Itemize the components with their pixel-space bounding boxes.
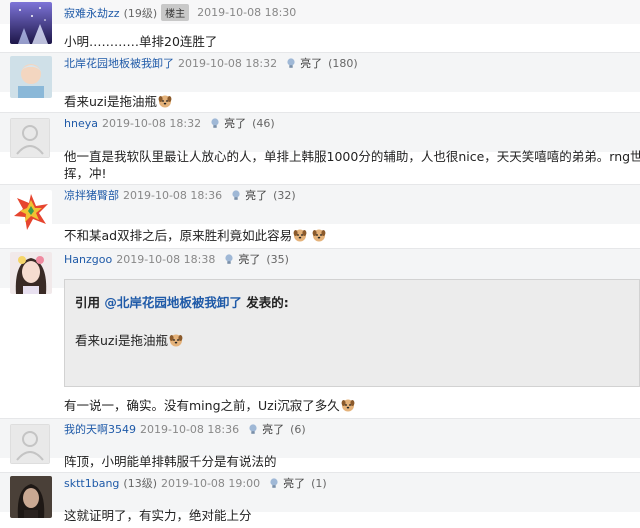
post-content: 有一说一，确实。没有ming之前，Uzi沉寂了多久	[64, 394, 634, 418]
username[interactable]: 我的天啊3549	[64, 421, 136, 437]
username[interactable]: 凉拌猪臀部	[64, 187, 119, 203]
post-text: 看来uzi是拖油瓶	[64, 94, 157, 109]
avatar[interactable]	[10, 2, 52, 44]
post-time: 2019-10-08 18:36	[123, 188, 223, 202]
post-content: 小明…………单排20连胜了	[64, 34, 218, 49]
username[interactable]: Hanzgoo	[64, 253, 112, 266]
post-time: 2019-10-08 18:32	[178, 56, 278, 70]
avatar[interactable]	[10, 190, 52, 232]
quote-prefix: 引用	[75, 295, 105, 310]
dog-emoji-icon	[169, 334, 183, 347]
avatar[interactable]	[10, 118, 50, 158]
light-button[interactable]: 亮了 (46)	[209, 115, 275, 131]
post-time: 2019-10-08 18:30	[197, 6, 297, 19]
light-label: 亮了	[224, 117, 247, 130]
light-label: 亮了	[262, 423, 285, 436]
user-level: (19级)	[123, 6, 158, 20]
dog-emoji-icon	[158, 95, 172, 108]
dog-emoji-icon	[312, 229, 326, 242]
username[interactable]: hneya	[64, 117, 98, 130]
dog-emoji-icon	[293, 229, 307, 242]
avatar[interactable]	[10, 56, 52, 98]
lightbulb-icon	[287, 58, 295, 68]
post-meta: hneya 2019-10-08 18:32 亮了 (46)	[64, 115, 275, 131]
light-button[interactable]: 亮了 (180)	[285, 55, 358, 71]
post-text: 有一说一，确实。没有ming之前，Uzi沉寂了多久	[64, 398, 340, 413]
user-level: (13级)	[123, 477, 157, 490]
light-count: (46)	[252, 116, 275, 130]
post-time: 2019-10-08 18:38	[116, 252, 216, 266]
post-content: 阵顶，小明能单排韩服千分是有说法的	[64, 454, 277, 469]
post-time: 2019-10-08 19:00	[161, 476, 261, 490]
username[interactable]: 北岸花园地板被我卸了	[64, 55, 174, 71]
light-count: (1)	[311, 476, 327, 490]
light-label: 亮了	[238, 253, 261, 266]
post-time: 2019-10-08 18:32	[101, 116, 202, 130]
post-meta: sktt1bang (13级) 2019-10-08 19:00 亮了 (1)	[64, 475, 327, 491]
lightbulb-icon	[232, 190, 240, 200]
post-content: 看来uzi是拖油瓶	[64, 90, 634, 114]
quote-ref-link[interactable]: @北岸花园地板被我卸了	[104, 295, 242, 310]
quote-suffix: 发表的:	[241, 295, 289, 310]
light-count: (6)	[290, 422, 306, 436]
lightbulb-icon	[249, 424, 257, 434]
light-count: (35)	[266, 252, 289, 266]
post-meta: 凉拌猪臀部 2019-10-08 18:36 亮了 (32)	[64, 187, 296, 203]
avatar[interactable]	[10, 476, 52, 518]
post-content: 不和某ad双排之后，原来胜利竟如此容易	[64, 224, 634, 248]
default-avatar-icon	[10, 118, 50, 158]
light-button[interactable]: 亮了 (1)	[268, 475, 327, 491]
quote-header: 引用 @北岸花园地板被我卸了 发表的:	[75, 292, 289, 311]
post-time: 2019-10-08 18:36	[140, 422, 240, 436]
post-content-line2: 挥，冲!	[64, 166, 107, 181]
post-text: 不和某ad双排之后，原来胜利竟如此容易	[64, 228, 293, 243]
dog-emoji-icon	[341, 399, 355, 412]
light-label: 亮了	[283, 477, 306, 490]
light-label: 亮了	[300, 57, 323, 70]
lightbulb-icon	[211, 118, 219, 128]
light-count: (180)	[328, 56, 358, 70]
post-meta: Hanzgoo 2019-10-08 18:38 亮了 (35)	[64, 251, 289, 267]
avatar[interactable]	[10, 252, 52, 294]
username[interactable]: 寂难永劫zz	[64, 5, 120, 21]
post-content: 这就证明了，有实力，绝对能上分	[64, 508, 252, 523]
post-meta: 北岸花园地板被我卸了 2019-10-08 18:32 亮了 (180)	[64, 55, 358, 71]
post-meta: 寂难永劫zz (19级) 楼主 2019-10-08 18:30	[64, 4, 304, 21]
default-avatar-icon	[10, 424, 50, 464]
lightbulb-icon	[225, 254, 233, 264]
light-button[interactable]: 亮了 (35)	[223, 251, 289, 267]
light-label: 亮了	[245, 189, 268, 202]
light-button[interactable]: 亮了 (6)	[247, 421, 306, 437]
username[interactable]: sktt1bang	[64, 477, 119, 490]
post-meta: 我的天啊3549 2019-10-08 18:36 亮了 (6)	[64, 421, 306, 437]
light-count: (32)	[273, 188, 296, 202]
avatar[interactable]	[10, 424, 50, 464]
lightbulb-icon	[270, 478, 278, 488]
quote-body: 看来uzi是拖油瓶	[75, 330, 183, 349]
quote-block: 引用 @北岸花园地板被我卸了 发表的: 看来uzi是拖油瓶	[64, 279, 640, 387]
quote-text: 看来uzi是拖油瓶	[75, 333, 168, 348]
op-badge: 楼主	[161, 4, 190, 21]
light-button[interactable]: 亮了 (32)	[230, 187, 296, 203]
